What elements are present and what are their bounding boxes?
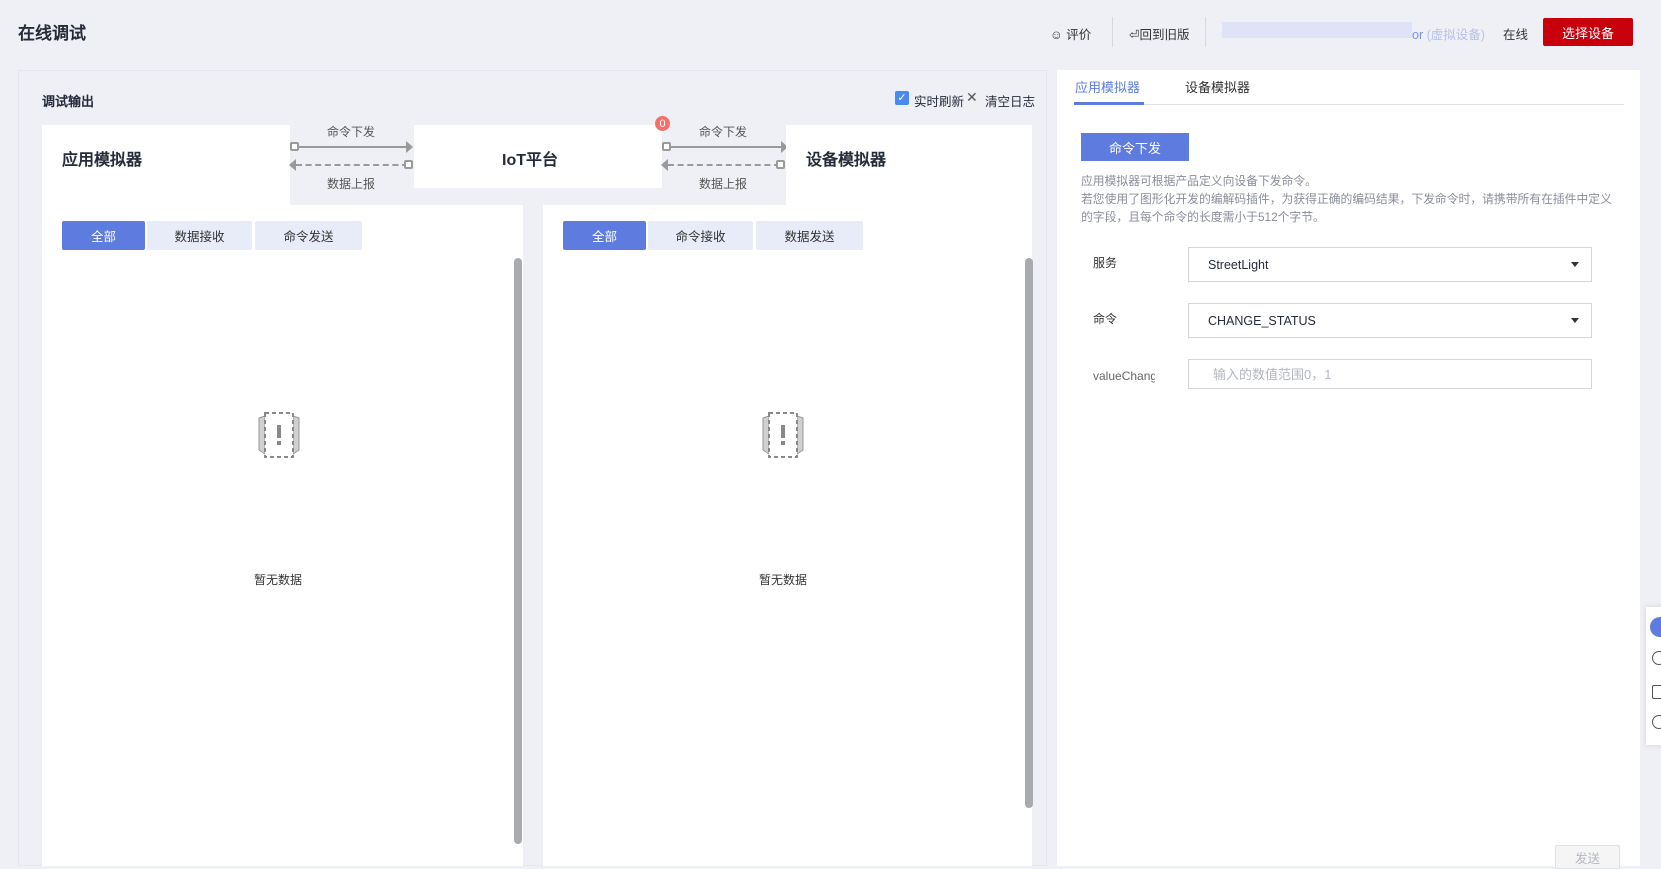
smiley-icon[interactable] bbox=[1652, 715, 1661, 729]
command-issue-button[interactable]: 命令下发 bbox=[1081, 133, 1189, 161]
scrollbar[interactable] bbox=[1025, 258, 1033, 808]
old-version-button[interactable]: ⏎回到旧版 bbox=[1129, 24, 1190, 43]
help-icon[interactable] bbox=[1652, 651, 1661, 665]
device-tab-data-send[interactable]: 数据发送 bbox=[756, 221, 863, 250]
connector-node bbox=[776, 160, 785, 169]
tab-underline bbox=[1074, 102, 1144, 105]
old-version-label: 回到旧版 bbox=[1139, 28, 1190, 42]
smiley-icon: ☺ bbox=[1050, 28, 1063, 42]
device-sim-title: 设备模拟器 bbox=[806, 152, 887, 169]
empty-text: 暂无数据 bbox=[759, 573, 808, 587]
send-button[interactable]: 发送 bbox=[1555, 845, 1620, 869]
realtime-label: 实时刷新 bbox=[914, 95, 965, 109]
caret-down-icon bbox=[1571, 318, 1579, 323]
arrow-right bbox=[667, 146, 781, 148]
app-tab-all[interactable]: 全部 bbox=[62, 221, 145, 250]
caret-down-icon bbox=[1571, 262, 1579, 267]
device-tab-all[interactable]: 全部 bbox=[563, 221, 646, 250]
connector-node bbox=[290, 142, 299, 151]
device-tab-command-receive[interactable]: 命令接收 bbox=[648, 221, 753, 250]
realtime-checkbox[interactable]: ✓ bbox=[895, 91, 909, 105]
param-input[interactable] bbox=[1188, 359, 1592, 389]
command-select[interactable]: CHANGE_STATUS bbox=[1188, 303, 1592, 338]
command-value: CHANGE_STATUS bbox=[1208, 313, 1316, 328]
connector-down-label: 命令下发 bbox=[699, 125, 748, 139]
document-icon[interactable] bbox=[1652, 685, 1661, 699]
device-name-redacted bbox=[1222, 22, 1412, 38]
device-status: 在线 bbox=[1503, 28, 1529, 42]
arrow-left bbox=[668, 164, 780, 166]
app-tab-data-receive[interactable]: 数据接收 bbox=[147, 221, 252, 250]
tab-device-simulator[interactable]: 设备模拟器 bbox=[1185, 77, 1250, 96]
connector-down-label: 命令下发 bbox=[327, 125, 376, 139]
floating-toolbar bbox=[1646, 607, 1661, 745]
iot-platform-title: IoT平台 bbox=[502, 152, 558, 169]
tab-app-simulator[interactable]: 应用模拟器 bbox=[1075, 77, 1140, 96]
divider bbox=[1205, 17, 1206, 47]
select-device-button[interactable]: 选择设备 bbox=[1543, 18, 1633, 46]
badge-count: 0 bbox=[655, 116, 670, 131]
connector-up-label: 数据上报 bbox=[327, 177, 376, 191]
app-tab-command-send[interactable]: 命令发送 bbox=[255, 221, 362, 250]
param-label: valueChang bbox=[1093, 369, 1155, 383]
empty-icon bbox=[253, 410, 305, 465]
arrow-head-icon bbox=[289, 159, 296, 171]
close-icon[interactable]: ✕ bbox=[966, 89, 978, 106]
arrow-head-icon bbox=[406, 141, 413, 153]
service-value: StreetLight bbox=[1208, 257, 1269, 272]
debug-output-title: 调试输出 bbox=[42, 94, 95, 109]
connector-up-label: 数据上报 bbox=[699, 177, 748, 191]
command-label: 命令 bbox=[1093, 312, 1118, 326]
empty-icon bbox=[757, 410, 809, 465]
headset-icon[interactable] bbox=[1650, 617, 1661, 637]
description: 应用模拟器可根据产品定义向设备下发命令。 若您使用了图形化开发的编解码插件，为获得… bbox=[1081, 174, 1612, 224]
rate-label: 评价 bbox=[1066, 28, 1092, 42]
service-select[interactable]: StreetLight bbox=[1188, 247, 1592, 282]
connector-node bbox=[662, 142, 671, 151]
arrow-left bbox=[296, 164, 408, 166]
rate-button[interactable]: ☺ 评价 bbox=[1050, 24, 1091, 43]
divider bbox=[1112, 17, 1113, 47]
app-sim-log bbox=[42, 205, 523, 866]
device-name: or (虚拟设备) bbox=[1412, 28, 1485, 42]
empty-text: 暂无数据 bbox=[254, 573, 303, 587]
page-title: 在线调试 bbox=[18, 24, 86, 43]
scrollbar[interactable] bbox=[514, 258, 522, 844]
arrow-right bbox=[295, 146, 410, 148]
arrow-head-icon bbox=[661, 159, 668, 171]
service-label: 服务 bbox=[1093, 256, 1118, 270]
connector-node bbox=[404, 160, 413, 169]
return-icon: ⏎ bbox=[1129, 28, 1140, 42]
device-sim-log bbox=[543, 205, 1032, 866]
tab-divider bbox=[1074, 104, 1624, 105]
app-sim-title: 应用模拟器 bbox=[62, 152, 143, 169]
clear-log-button[interactable]: 清空日志 bbox=[985, 91, 1035, 110]
